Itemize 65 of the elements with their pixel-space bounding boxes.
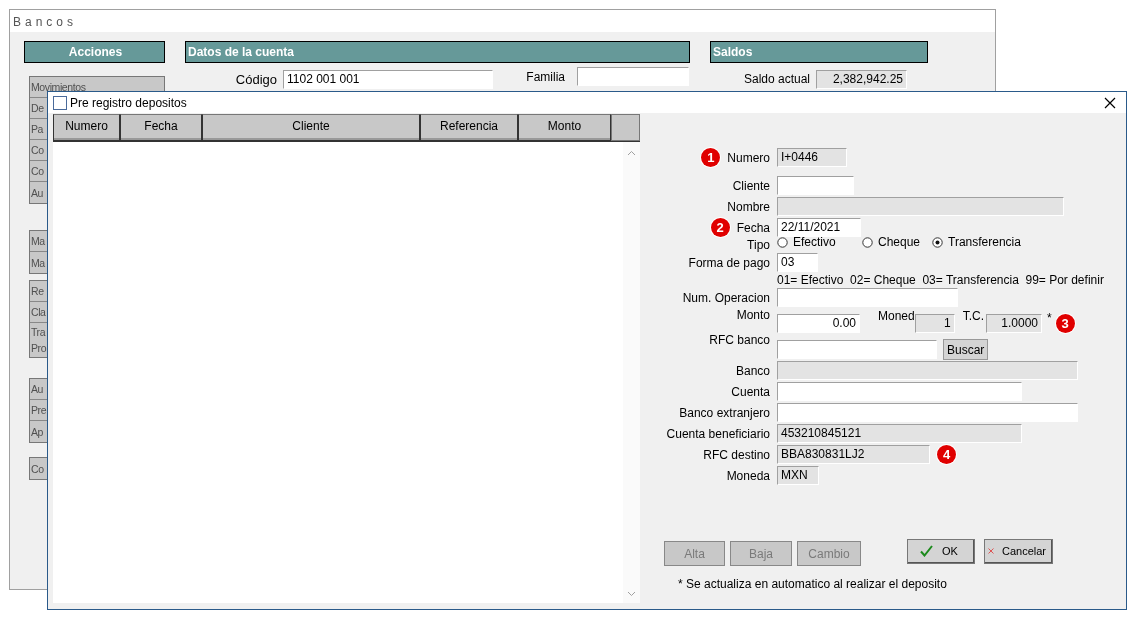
dialog-title: Pre registro depositos	[70, 95, 187, 110]
column-header[interactable]: Monto	[518, 114, 611, 141]
radio-icon[interactable]	[862, 236, 873, 248]
balance-field: 2,382,942.25	[816, 69, 907, 89]
step-badge: 1	[701, 148, 721, 167]
code-field[interactable]: 1102 001 001	[283, 69, 493, 89]
field-label: Familia	[525, 69, 565, 84]
input-field[interactable]	[777, 382, 1022, 401]
chevron-up-icon[interactable]	[627, 150, 636, 156]
chevron-down-icon[interactable]	[627, 591, 636, 597]
section-header: Acciones	[24, 41, 165, 63]
section-header: Saldos	[710, 41, 928, 63]
field-label: Numero	[727, 150, 770, 165]
field-label: RFC destino	[703, 447, 770, 462]
field-label: Cuenta beneficiario	[666, 426, 770, 441]
field-label: Saldo actual	[742, 72, 810, 86]
field-label: Forma de pago	[688, 255, 770, 270]
input-field[interactable]: 03	[777, 253, 818, 272]
window-icon	[53, 95, 67, 110]
field-label: Monto	[736, 308, 770, 322]
column-header[interactable]: Cliente	[202, 114, 420, 141]
note-mark: *	[1047, 311, 1052, 325]
field-label: Nombre	[727, 199, 770, 214]
step-badge: 2	[710, 218, 730, 237]
field-label: Cuenta	[731, 384, 770, 399]
checkmark-icon	[920, 545, 933, 557]
column-header[interactable]: Numero	[53, 114, 120, 141]
input-field[interactable]	[777, 176, 854, 195]
step-badge: 4	[937, 445, 956, 464]
field-label: Código	[234, 71, 277, 87]
field-label: Cliente	[732, 178, 770, 193]
field-label: Banco	[735, 363, 770, 378]
field-label: Moned	[878, 309, 915, 323]
field-label: Fecha	[736, 220, 770, 235]
field-label: Num. Operacion	[682, 290, 770, 305]
field-label: Banco extranjero	[679, 405, 770, 420]
close-icon[interactable]	[1104, 96, 1116, 109]
radio-option[interactable]: Transferencia	[932, 235, 1021, 249]
search-button[interactable]: Buscar	[943, 339, 989, 360]
field-label: Moneda	[726, 468, 770, 483]
cancel-button[interactable]: Cancelar	[984, 538, 1053, 564]
field-label: RFC banco	[709, 333, 770, 347]
currency-field: 1	[914, 314, 955, 333]
field-label: T.C.	[962, 309, 985, 323]
column-header[interactable]: Fecha	[120, 114, 202, 141]
radio-option[interactable]: Efectivo	[777, 235, 862, 249]
input-field[interactable]	[777, 340, 937, 359]
column-header[interactable]: Referencia	[420, 114, 518, 141]
input-field[interactable]	[777, 288, 958, 307]
footnote: * Se actualiza en automatico al realizar el deposito	[677, 577, 948, 591]
step-badge: 3	[1055, 314, 1075, 333]
family-field[interactable]	[577, 67, 689, 86]
section-header: Datos de la cuenta	[185, 41, 690, 63]
input-field[interactable]	[777, 403, 1078, 422]
radio-icon[interactable]	[777, 236, 788, 248]
column-header-blank	[611, 114, 640, 141]
ok-button[interactable]: OK	[907, 538, 975, 564]
input-field[interactable]: 22/11/2021	[777, 218, 861, 237]
hint-text: 01= Efectivo 02= Cheque 03= Transferencia 99= Por definir	[777, 273, 1105, 287]
field-label: Tipo	[747, 238, 770, 252]
exchange-rate-field: 1.0000	[986, 314, 1043, 333]
radio-option[interactable]: Cheque	[862, 235, 932, 249]
radio-icon[interactable]	[932, 236, 943, 248]
window-title: Bancos	[10, 10, 995, 32]
amount-field[interactable]: 0.00	[777, 314, 860, 333]
